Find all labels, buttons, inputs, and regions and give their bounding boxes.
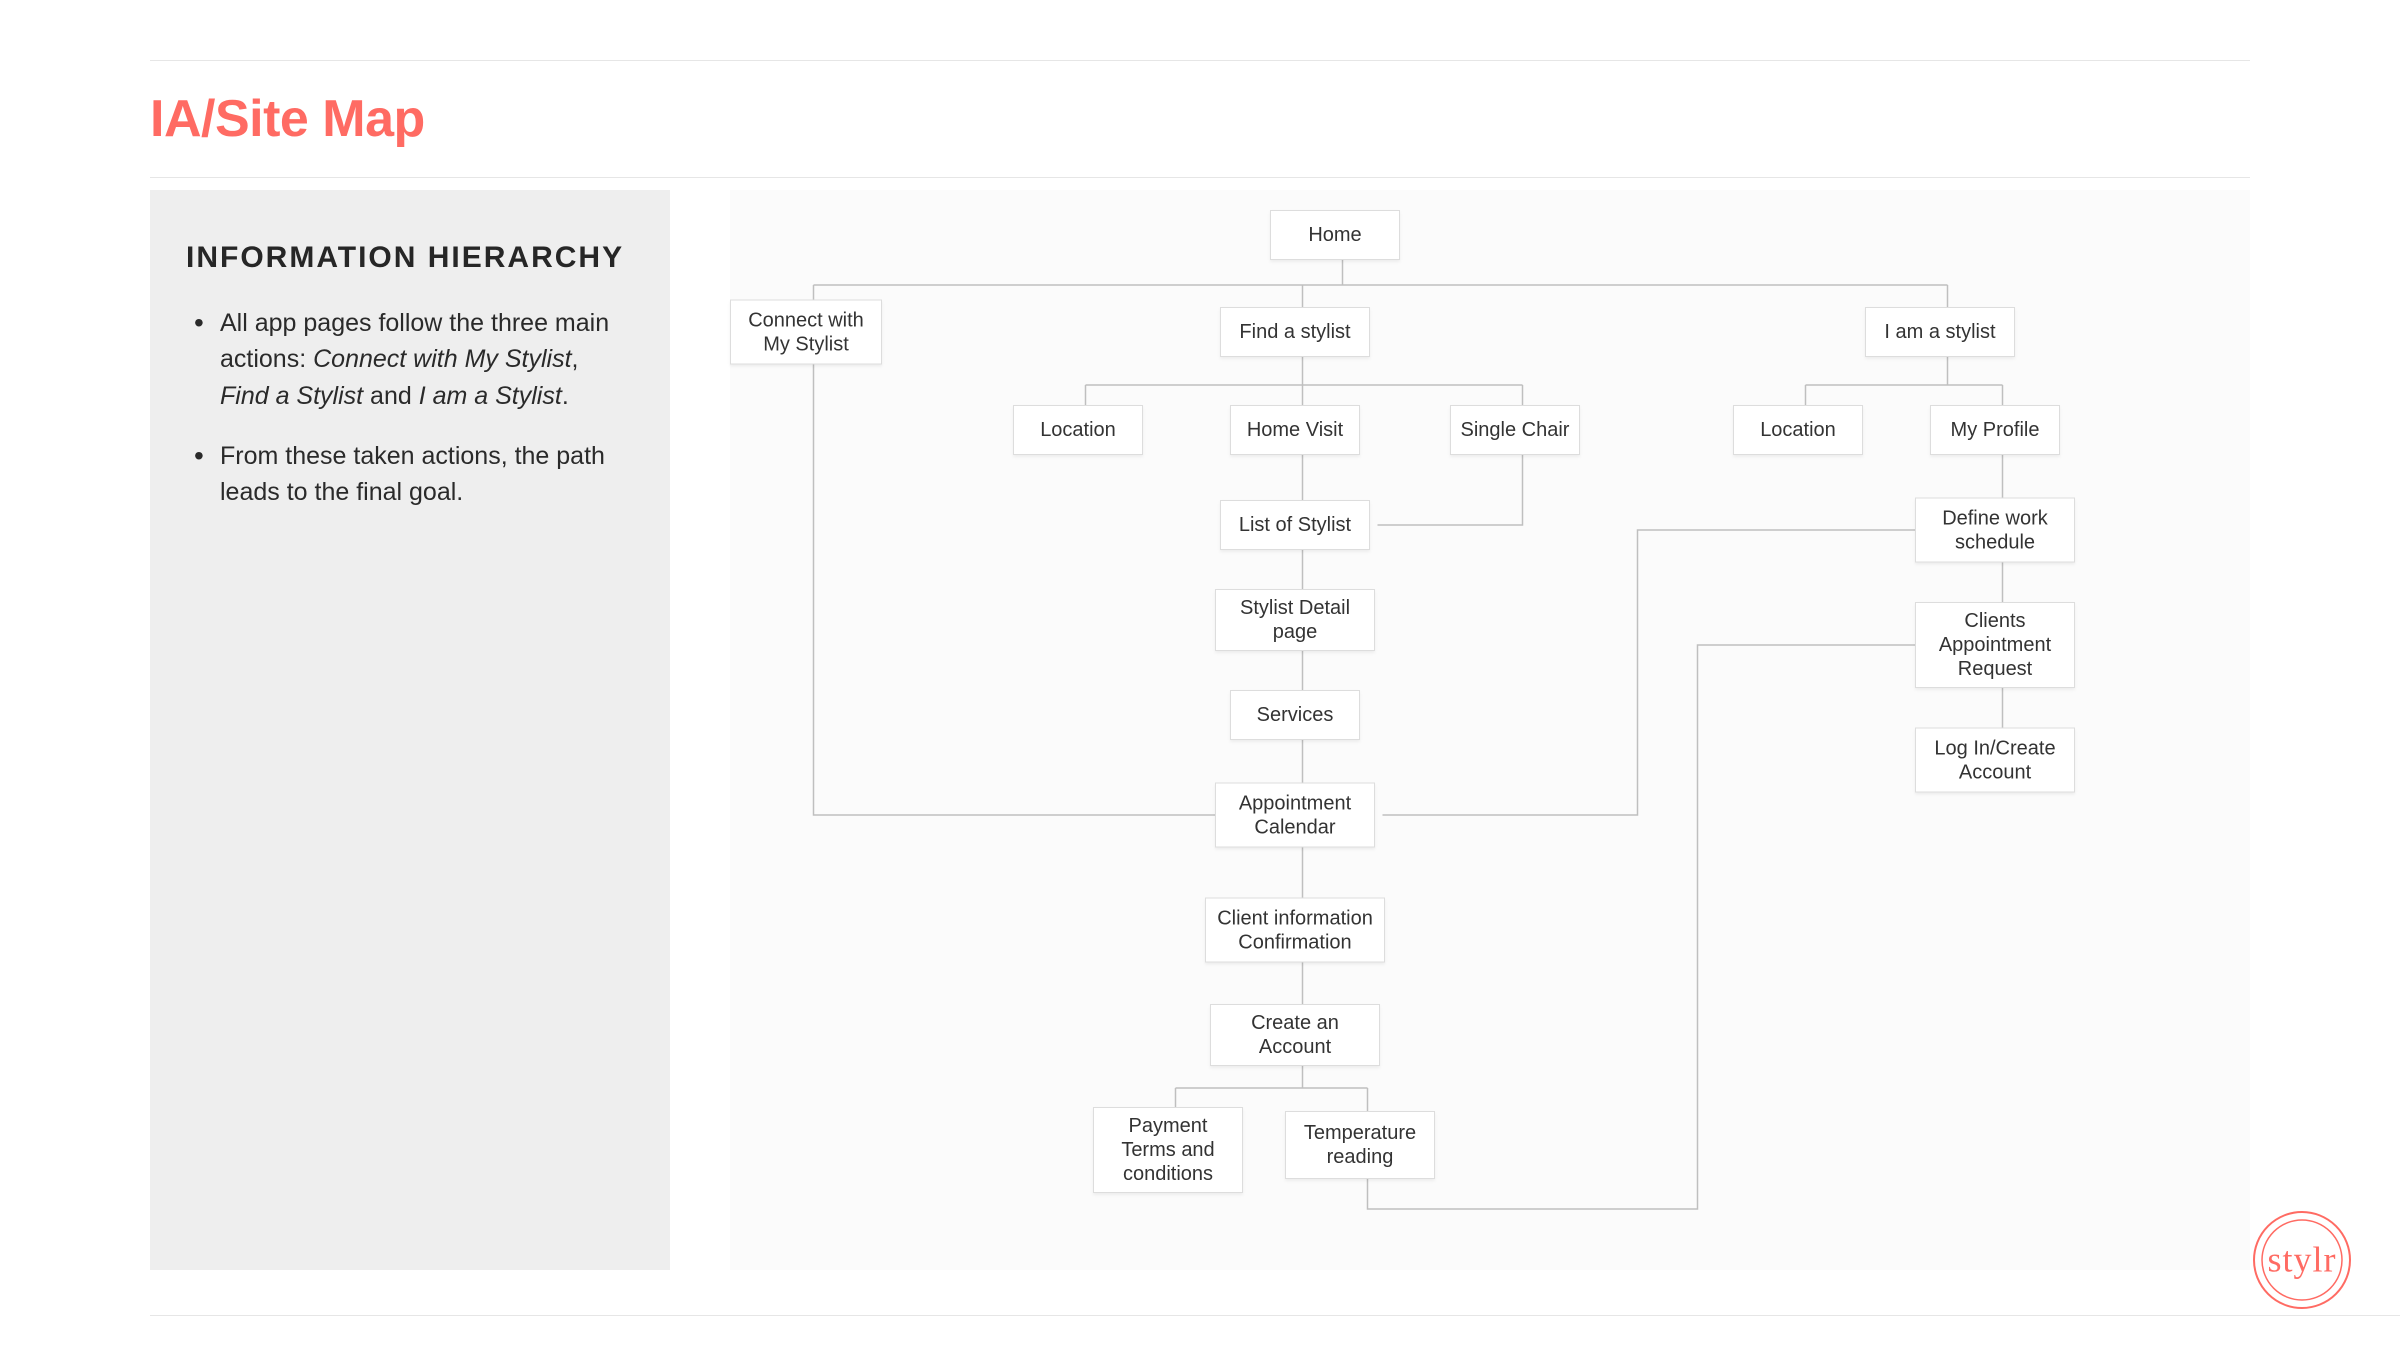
node-single: Single Chair xyxy=(1450,405,1580,455)
diagram-area: Home Connect with My Stylist Find a stylis… xyxy=(730,190,2250,1270)
node-iamstylist: I am a stylist xyxy=(1865,307,2015,357)
node-defsched: Define work schedule xyxy=(1915,498,2075,563)
bullet-1-sep1: , xyxy=(572,345,579,373)
node-detail: Stylist Detail page xyxy=(1215,589,1375,651)
node-findstylist: Find a stylist xyxy=(1220,307,1370,357)
node-tempread: Temperature reading xyxy=(1285,1111,1435,1179)
node-connect: Connect with My Stylist xyxy=(730,300,882,365)
sidebar: INFORMATION HIERARCHY All app pages foll… xyxy=(150,190,670,1270)
sidebar-bullets: All app pages follow the three main acti… xyxy=(186,305,634,510)
bullet-1-suffix: . xyxy=(562,382,569,410)
node-loc1: Location xyxy=(1013,405,1143,455)
node-login: Log In/Create Account xyxy=(1915,728,2075,793)
bullet-1-em3: I am a Stylist xyxy=(419,382,562,410)
node-services: Services xyxy=(1230,690,1360,740)
node-createacct: Create an Account xyxy=(1210,1004,1380,1066)
sidebar-heading: INFORMATION HIERARCHY xyxy=(186,238,634,277)
node-homevisit: Home Visit xyxy=(1230,405,1360,455)
node-appcal: Appointment Calendar xyxy=(1215,783,1375,848)
divider-below-title xyxy=(150,177,2250,178)
bullet-1-em2: Find a Stylist xyxy=(220,382,363,410)
bullet-1-sep2: and xyxy=(363,382,419,410)
node-liststylist: List of Stylist xyxy=(1220,500,1370,550)
logo-stylr: stylr xyxy=(2252,1210,2352,1310)
bullet-2: From these taken actions, the path leads… xyxy=(194,438,634,511)
node-clientsreq: Clients Appointment Request xyxy=(1915,602,2075,688)
node-loc2: Location xyxy=(1733,405,1863,455)
page-title: IA/Site Map xyxy=(150,61,2250,177)
node-payment: Payment Terms and conditions xyxy=(1093,1107,1243,1193)
content-row: INFORMATION HIERARCHY All app pages foll… xyxy=(150,190,2250,1270)
bullet-1-em1: Connect with My Stylist xyxy=(313,345,571,373)
logo-text: stylr xyxy=(2267,1239,2336,1279)
node-clientconf: Client information Confirmation xyxy=(1205,898,1385,963)
divider-bottom xyxy=(150,1315,2400,1316)
node-myprofile: My Profile xyxy=(1930,405,2060,455)
bullet-1: All app pages follow the three main acti… xyxy=(194,305,634,414)
node-home: Home xyxy=(1270,210,1400,260)
